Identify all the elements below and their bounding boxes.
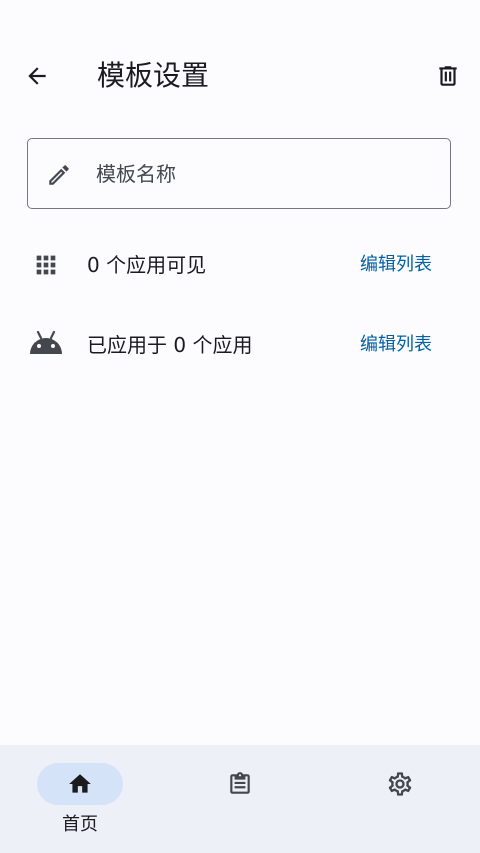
template-settings-screen: 模板设置 0 个应用可见 编辑列表 [0, 0, 480, 853]
delete-button[interactable] [427, 55, 469, 97]
applied-apps-row: 已应用于 0 个应用 编辑列表 [0, 315, 480, 375]
page-title: 模板设置 [97, 59, 210, 92]
arrow-back-icon [28, 67, 46, 85]
top-app-bar: 模板设置 [0, 40, 480, 110]
nav-home-label: 首页 [62, 814, 98, 835]
back-button[interactable] [16, 55, 58, 97]
clipboard-icon [230, 772, 250, 794]
home-icon [69, 774, 91, 793]
applied-apps-label: 已应用于 0 个应用 [87, 333, 253, 357]
delete-icon [439, 66, 457, 86]
pencil-icon [49, 165, 69, 185]
bottom-navigation-bar: 首页 [0, 745, 480, 853]
nav-settings-indicator [357, 763, 443, 805]
nav-item-settings[interactable] [350, 745, 450, 853]
nav-templates-indicator [197, 763, 283, 805]
nav-item-templates[interactable] [190, 745, 290, 853]
edit-applied-list-button[interactable]: 编辑列表 [360, 333, 432, 357]
gear-icon [388, 772, 412, 796]
android-icon [28, 330, 64, 360]
edit-visible-list-button[interactable]: 编辑列表 [360, 253, 432, 277]
visible-apps-label: 0 个应用可见 [87, 253, 207, 277]
apps-grid-icon [28, 250, 64, 280]
nav-item-home[interactable]: 首页 [30, 745, 130, 853]
template-name-input[interactable] [96, 157, 436, 191]
template-name-field[interactable] [27, 138, 451, 209]
nav-home-indicator [37, 763, 123, 805]
visible-apps-row: 0 个应用可见 编辑列表 [0, 235, 480, 295]
